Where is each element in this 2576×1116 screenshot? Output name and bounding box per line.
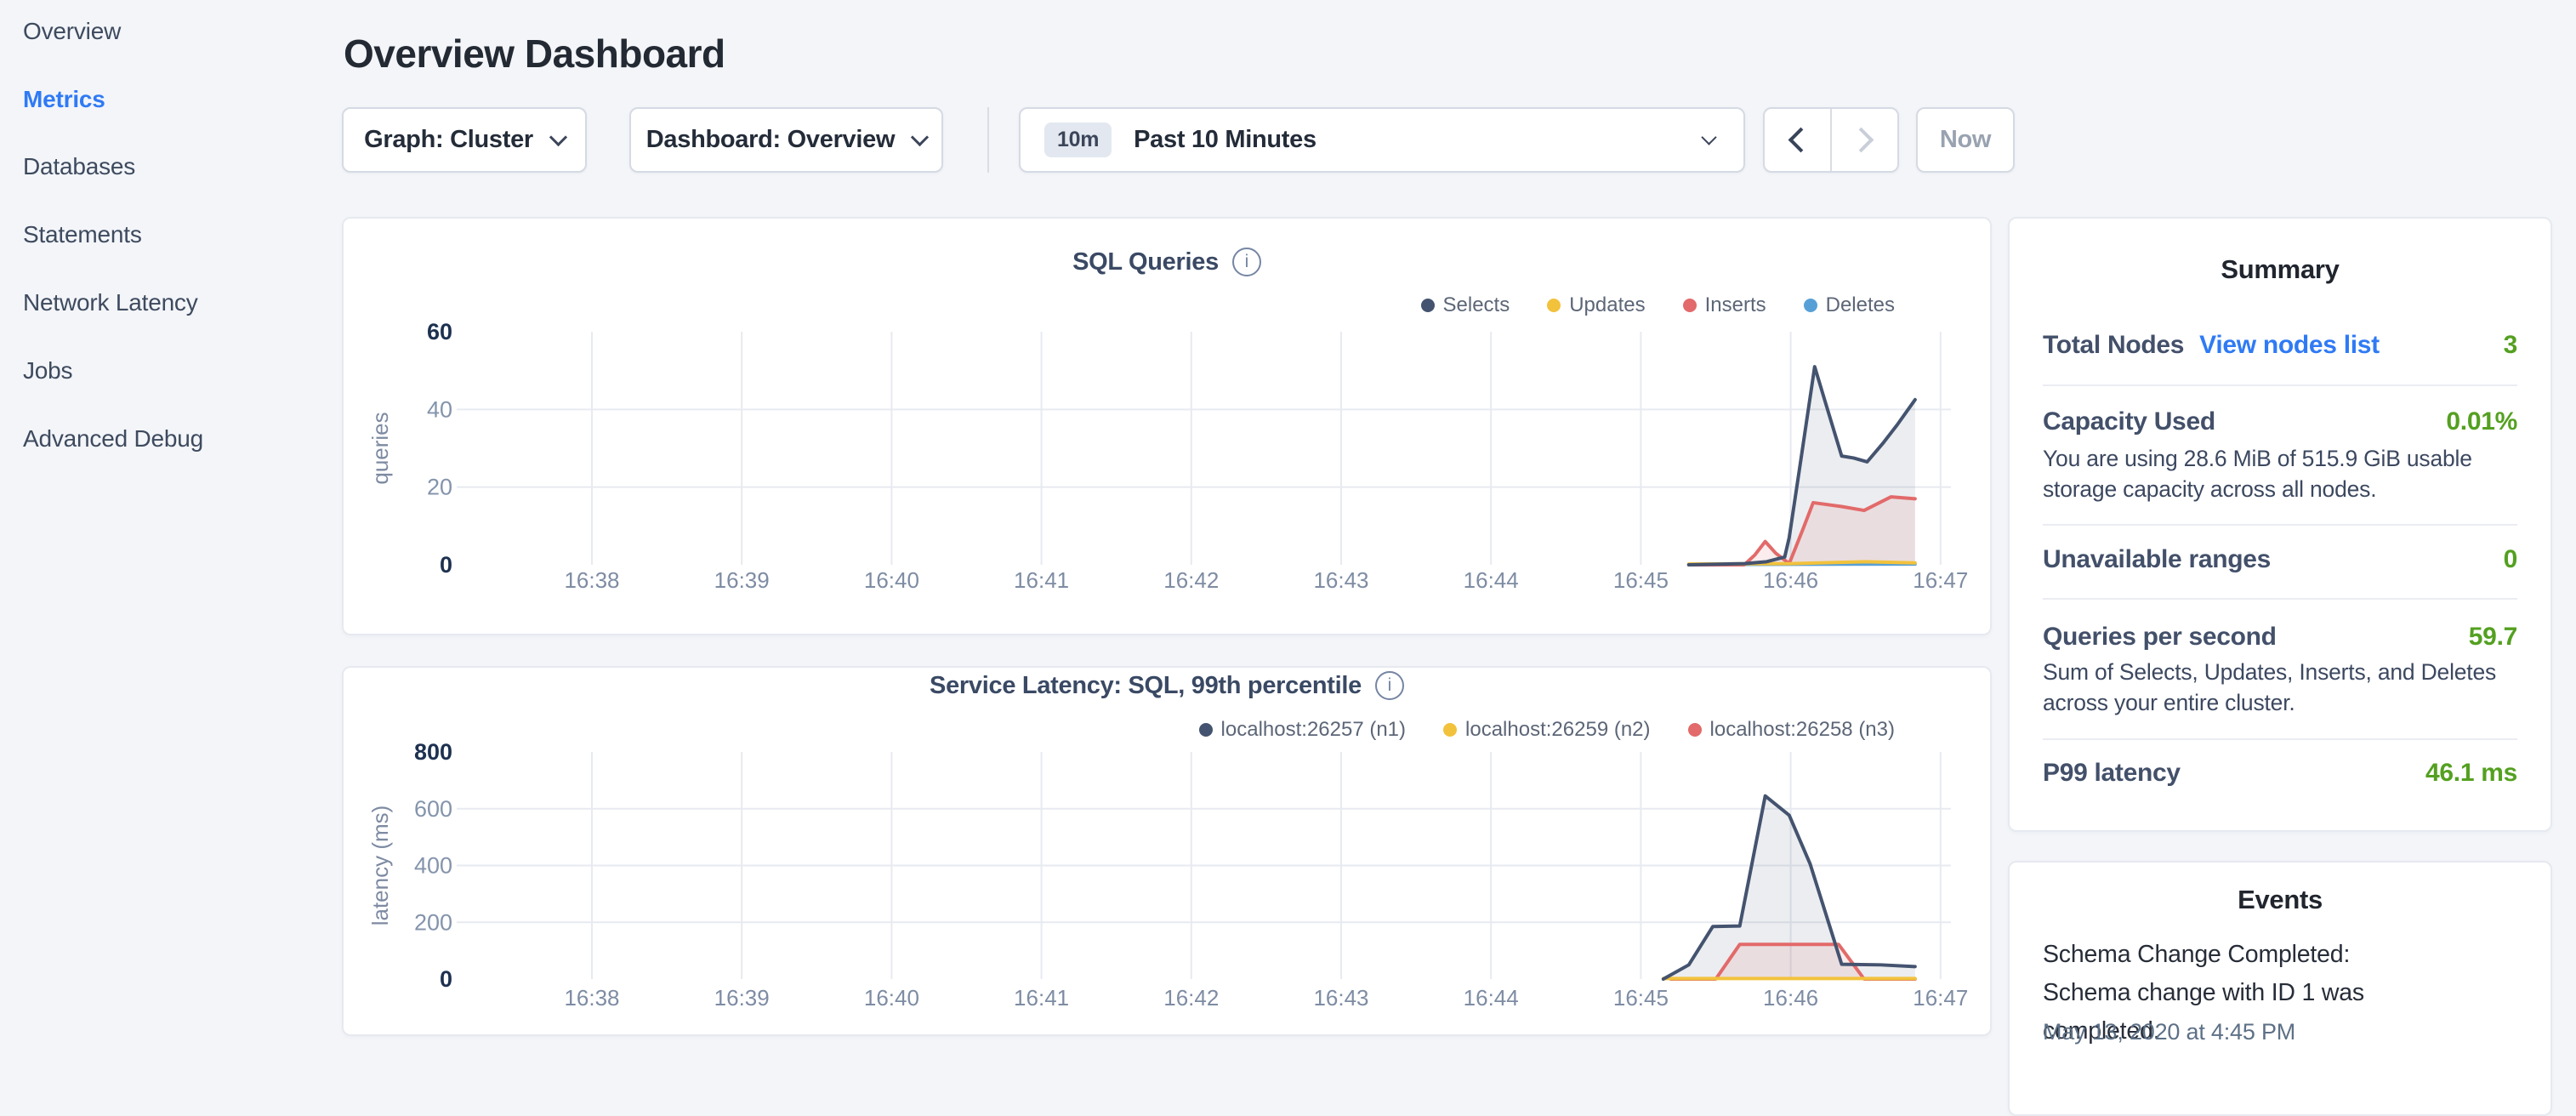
- svg-text:200: 200: [414, 909, 452, 935]
- capacity-used-desc: You are using 28.6 MiB of 515.9 GiB usab…: [2043, 443, 2516, 504]
- svg-text:60: 60: [427, 319, 452, 344]
- chevron-left-icon: [1788, 128, 1814, 153]
- summary-row-qps: Queries per second 59.7: [2043, 623, 2517, 652]
- chevron-down-icon: [549, 128, 567, 146]
- svg-text:16:38: 16:38: [564, 567, 619, 593]
- dashboard-label: Dashboard: Overview: [646, 126, 895, 154]
- time-step-back-button[interactable]: [1765, 109, 1830, 171]
- qps-value: 59.7: [2469, 623, 2517, 652]
- divider: [2043, 384, 2517, 386]
- unavailable-ranges-value: 0: [2504, 545, 2517, 574]
- sidebar-item-statements[interactable]: Statements: [23, 216, 142, 253]
- svg-text:16:42: 16:42: [1163, 567, 1219, 593]
- time-step-buttons: [1763, 107, 1899, 173]
- sidebar-item-advanced-debug[interactable]: Advanced Debug: [23, 420, 203, 458]
- time-range-dropdown[interactable]: 10m Past 10 Minutes: [1019, 107, 1745, 173]
- svg-text:16:47: 16:47: [1913, 985, 1968, 1011]
- time-range-badge: 10m: [1044, 122, 1112, 157]
- svg-text:0: 0: [440, 966, 452, 992]
- divider: [2043, 738, 2517, 740]
- total-nodes-value: 3: [2504, 331, 2517, 360]
- svg-text:16:46: 16:46: [1763, 567, 1818, 593]
- svg-text:40: 40: [427, 396, 452, 422]
- event-timestamp: May 13, 2020 at 4:45 PM: [2043, 1019, 2295, 1045]
- svg-text:20: 20: [427, 475, 452, 500]
- total-nodes-label: Total Nodes: [2043, 331, 2184, 360]
- view-nodes-list-link[interactable]: View nodes list: [2199, 331, 2380, 360]
- svg-text:16:45: 16:45: [1613, 567, 1669, 593]
- qps-label: Queries per second: [2043, 623, 2277, 652]
- svg-text:16:44: 16:44: [1464, 567, 1519, 593]
- svg-text:16:40: 16:40: [864, 567, 919, 593]
- events-panel: Events Schema Change Completed: Schema c…: [2008, 861, 2552, 1116]
- sidebar-item-overview[interactable]: Overview: [23, 13, 121, 50]
- chevron-right-icon: [1849, 128, 1874, 153]
- sidebar: Overview Metrics Databases Statements Ne…: [0, 0, 342, 1051]
- svg-text:16:43: 16:43: [1313, 985, 1368, 1011]
- summary-row-unavailable-ranges: Unavailable ranges 0: [2043, 545, 2517, 574]
- time-range-label: Past 10 Minutes: [1134, 126, 1316, 154]
- svg-text:0: 0: [440, 552, 452, 578]
- time-step-forward-button[interactable]: [1830, 109, 1897, 171]
- summary-row-p99: P99 latency 46.1 ms: [2043, 759, 2517, 788]
- summary-title: Summary: [2010, 254, 2550, 285]
- svg-text:queries: queries: [367, 412, 393, 484]
- sidebar-item-metrics[interactable]: Metrics: [23, 81, 105, 118]
- overview-dashboard-page: { "sidebar": { "items": [ {"label": "Ove…: [0, 0, 2576, 1051]
- sidebar-item-network-latency[interactable]: Network Latency: [23, 284, 198, 322]
- svg-text:16:47: 16:47: [1913, 567, 1968, 593]
- capacity-used-label: Capacity Used: [2043, 407, 2215, 436]
- graph-scope-label: Graph: Cluster: [364, 126, 533, 154]
- svg-text:16:41: 16:41: [1014, 985, 1069, 1011]
- sidebar-item-databases[interactable]: Databases: [23, 148, 135, 185]
- chevron-down-icon: [1701, 129, 1716, 145]
- svg-text:16:43: 16:43: [1313, 567, 1368, 593]
- svg-text:16:39: 16:39: [714, 567, 770, 593]
- svg-text:16:45: 16:45: [1613, 985, 1669, 1011]
- svg-text:16:44: 16:44: [1464, 985, 1519, 1011]
- page-title: Overview Dashboard: [344, 31, 725, 77]
- graph-scope-dropdown[interactable]: Graph: Cluster: [342, 107, 587, 173]
- svg-text:16:40: 16:40: [864, 985, 919, 1011]
- svg-text:16:39: 16:39: [714, 985, 770, 1011]
- sidebar-item-jobs[interactable]: Jobs: [23, 352, 72, 390]
- summary-row-capacity: Capacity Used 0.01%: [2043, 407, 2517, 436]
- capacity-used-value: 0.01%: [2446, 407, 2517, 436]
- now-button-label: Now: [1940, 126, 1991, 154]
- unavailable-ranges-label: Unavailable ranges: [2043, 545, 2271, 574]
- divider: [2043, 598, 2517, 600]
- divider: [2043, 524, 2517, 526]
- p99-latency-label: P99 latency: [2043, 759, 2181, 788]
- sql-queries-panel: SQL Queries i SelectsUpdatesInsertsDelet…: [342, 217, 1992, 635]
- chevron-down-icon: [911, 128, 929, 146]
- events-title: Events: [2010, 885, 2550, 915]
- now-button[interactable]: Now: [1916, 107, 2015, 173]
- sql-queries-chart[interactable]: 16:38 16:39 16:40 16:41 16:42 16:43 16:44 16:45…: [344, 219, 1993, 637]
- service-latency-chart[interactable]: 16:38 16:39 16:40 16:41 16:42 16:43 16:44 16:45…: [344, 668, 1993, 1038]
- qps-desc: Sum of Selects, Updates, Inserts, and De…: [2043, 657, 2516, 718]
- controls-divider: [987, 107, 989, 173]
- svg-text:latency (ms): latency (ms): [367, 806, 393, 926]
- svg-text:16:38: 16:38: [564, 985, 619, 1011]
- svg-text:400: 400: [414, 853, 452, 879]
- dashboard-dropdown[interactable]: Dashboard: Overview: [629, 107, 943, 173]
- summary-panel: Summary Total Nodes View nodes list 3 Ca…: [2008, 217, 2552, 832]
- svg-text:16:41: 16:41: [1014, 567, 1069, 593]
- svg-text:800: 800: [414, 739, 452, 765]
- svg-text:600: 600: [414, 796, 452, 822]
- svg-text:16:46: 16:46: [1763, 985, 1818, 1011]
- summary-row-total-nodes: Total Nodes View nodes list 3: [2043, 331, 2517, 360]
- p99-latency-value: 46.1 ms: [2425, 759, 2517, 788]
- service-latency-panel: Service Latency: SQL, 99th percentile i …: [342, 666, 1992, 1036]
- svg-text:16:42: 16:42: [1163, 985, 1219, 1011]
